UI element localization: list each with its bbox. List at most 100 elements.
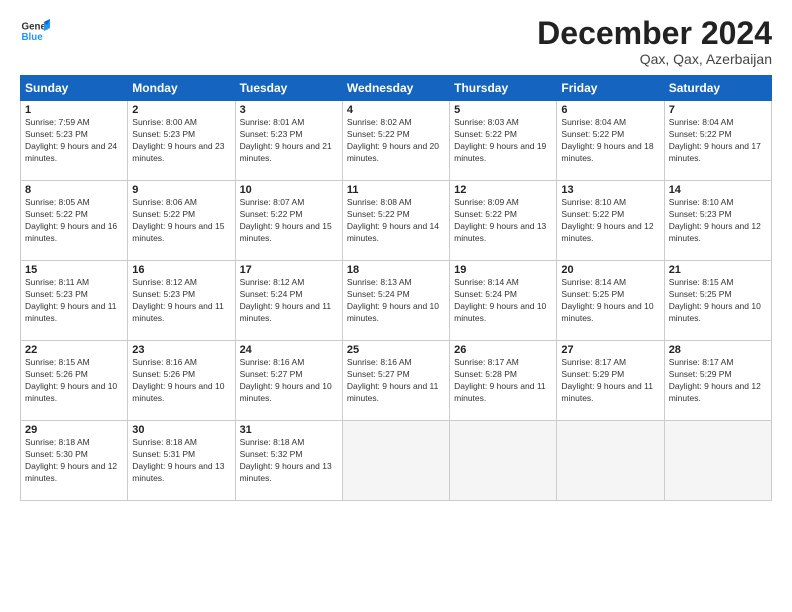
svg-text:Blue: Blue	[22, 32, 44, 43]
day-info: Sunrise: 7:59 AMSunset: 5:23 PMDaylight:…	[25, 117, 123, 165]
day-info: Sunrise: 8:07 AMSunset: 5:22 PMDaylight:…	[240, 197, 338, 245]
calendar-cell: 28 Sunrise: 8:17 AMSunset: 5:29 PMDaylig…	[664, 341, 771, 421]
day-number: 15	[25, 264, 123, 276]
day-number: 19	[454, 264, 552, 276]
day-info: Sunrise: 8:18 AMSunset: 5:30 PMDaylight:…	[25, 437, 123, 485]
calendar-cell: 2 Sunrise: 8:00 AMSunset: 5:23 PMDayligh…	[128, 101, 235, 181]
calendar-cell: 6 Sunrise: 8:04 AMSunset: 5:22 PMDayligh…	[557, 101, 664, 181]
calendar-cell: 4 Sunrise: 8:02 AMSunset: 5:22 PMDayligh…	[342, 101, 449, 181]
calendar-cell: 9 Sunrise: 8:06 AMSunset: 5:22 PMDayligh…	[128, 181, 235, 261]
day-number: 23	[132, 344, 230, 356]
day-number: 14	[669, 184, 767, 196]
day-number: 25	[347, 344, 445, 356]
calendar-cell: 21 Sunrise: 8:15 AMSunset: 5:25 PMDaylig…	[664, 261, 771, 341]
day-info: Sunrise: 8:14 AMSunset: 5:24 PMDaylight:…	[454, 277, 552, 325]
month-title: December 2024	[537, 16, 772, 51]
day-info: Sunrise: 8:01 AMSunset: 5:23 PMDaylight:…	[240, 117, 338, 165]
day-number: 18	[347, 264, 445, 276]
calendar-cell: 22 Sunrise: 8:15 AMSunset: 5:26 PMDaylig…	[21, 341, 128, 421]
calendar-cell: 16 Sunrise: 8:12 AMSunset: 5:23 PMDaylig…	[128, 261, 235, 341]
day-info: Sunrise: 8:12 AMSunset: 5:23 PMDaylight:…	[132, 277, 230, 325]
day-info: Sunrise: 8:08 AMSunset: 5:22 PMDaylight:…	[347, 197, 445, 245]
day-number: 8	[25, 184, 123, 196]
title-block: December 2024 Qax, Qax, Azerbaijan	[537, 16, 772, 67]
day-info: Sunrise: 8:10 AMSunset: 5:23 PMDaylight:…	[669, 197, 767, 245]
day-info: Sunrise: 8:11 AMSunset: 5:23 PMDaylight:…	[25, 277, 123, 325]
calendar-cell	[557, 421, 664, 501]
day-info: Sunrise: 8:16 AMSunset: 5:27 PMDaylight:…	[347, 357, 445, 405]
day-info: Sunrise: 8:06 AMSunset: 5:22 PMDaylight:…	[132, 197, 230, 245]
day-number: 28	[669, 344, 767, 356]
calendar-cell: 3 Sunrise: 8:01 AMSunset: 5:23 PMDayligh…	[235, 101, 342, 181]
calendar-cell: 11 Sunrise: 8:08 AMSunset: 5:22 PMDaylig…	[342, 181, 449, 261]
calendar-cell: 15 Sunrise: 8:11 AMSunset: 5:23 PMDaylig…	[21, 261, 128, 341]
day-info: Sunrise: 8:04 AMSunset: 5:22 PMDaylight:…	[669, 117, 767, 165]
calendar-cell: 10 Sunrise: 8:07 AMSunset: 5:22 PMDaylig…	[235, 181, 342, 261]
calendar-cell	[450, 421, 557, 501]
day-info: Sunrise: 8:15 AMSunset: 5:26 PMDaylight:…	[25, 357, 123, 405]
calendar-table: SundayMondayTuesdayWednesdayThursdayFrid…	[20, 75, 772, 501]
calendar-cell	[342, 421, 449, 501]
day-number: 9	[132, 184, 230, 196]
calendar-cell: 1 Sunrise: 7:59 AMSunset: 5:23 PMDayligh…	[21, 101, 128, 181]
day-number: 7	[669, 104, 767, 116]
day-info: Sunrise: 8:17 AMSunset: 5:29 PMDaylight:…	[669, 357, 767, 405]
day-info: Sunrise: 8:09 AMSunset: 5:22 PMDaylight:…	[454, 197, 552, 245]
header: General Blue December 2024 Qax, Qax, Aze…	[20, 16, 772, 67]
day-header: Monday	[128, 76, 235, 101]
day-number: 11	[347, 184, 445, 196]
logo-icon: General Blue	[20, 16, 50, 46]
day-info: Sunrise: 8:16 AMSunset: 5:27 PMDaylight:…	[240, 357, 338, 405]
day-info: Sunrise: 8:10 AMSunset: 5:22 PMDaylight:…	[561, 197, 659, 245]
calendar-cell: 14 Sunrise: 8:10 AMSunset: 5:23 PMDaylig…	[664, 181, 771, 261]
day-number: 30	[132, 424, 230, 436]
day-header: Thursday	[450, 76, 557, 101]
day-number: 29	[25, 424, 123, 436]
day-number: 3	[240, 104, 338, 116]
day-number: 21	[669, 264, 767, 276]
calendar-cell: 7 Sunrise: 8:04 AMSunset: 5:22 PMDayligh…	[664, 101, 771, 181]
calendar-cell: 5 Sunrise: 8:03 AMSunset: 5:22 PMDayligh…	[450, 101, 557, 181]
day-info: Sunrise: 8:16 AMSunset: 5:26 PMDaylight:…	[132, 357, 230, 405]
location: Qax, Qax, Azerbaijan	[537, 51, 772, 67]
day-info: Sunrise: 8:17 AMSunset: 5:28 PMDaylight:…	[454, 357, 552, 405]
calendar-page: General Blue December 2024 Qax, Qax, Aze…	[0, 0, 792, 612]
day-header: Sunday	[21, 76, 128, 101]
day-number: 24	[240, 344, 338, 356]
day-number: 4	[347, 104, 445, 116]
calendar-cell: 18 Sunrise: 8:13 AMSunset: 5:24 PMDaylig…	[342, 261, 449, 341]
calendar-cell: 17 Sunrise: 8:12 AMSunset: 5:24 PMDaylig…	[235, 261, 342, 341]
day-number: 22	[25, 344, 123, 356]
day-info: Sunrise: 8:12 AMSunset: 5:24 PMDaylight:…	[240, 277, 338, 325]
day-number: 1	[25, 104, 123, 116]
day-number: 6	[561, 104, 659, 116]
day-info: Sunrise: 8:04 AMSunset: 5:22 PMDaylight:…	[561, 117, 659, 165]
calendar-cell: 13 Sunrise: 8:10 AMSunset: 5:22 PMDaylig…	[557, 181, 664, 261]
day-number: 26	[454, 344, 552, 356]
day-header: Friday	[557, 76, 664, 101]
calendar-cell: 8 Sunrise: 8:05 AMSunset: 5:22 PMDayligh…	[21, 181, 128, 261]
day-number: 20	[561, 264, 659, 276]
calendar-cell: 31 Sunrise: 8:18 AMSunset: 5:32 PMDaylig…	[235, 421, 342, 501]
day-info: Sunrise: 8:13 AMSunset: 5:24 PMDaylight:…	[347, 277, 445, 325]
day-info: Sunrise: 8:15 AMSunset: 5:25 PMDaylight:…	[669, 277, 767, 325]
day-number: 12	[454, 184, 552, 196]
day-info: Sunrise: 8:14 AMSunset: 5:25 PMDaylight:…	[561, 277, 659, 325]
day-info: Sunrise: 8:17 AMSunset: 5:29 PMDaylight:…	[561, 357, 659, 405]
calendar-cell: 29 Sunrise: 8:18 AMSunset: 5:30 PMDaylig…	[21, 421, 128, 501]
calendar-cell: 12 Sunrise: 8:09 AMSunset: 5:22 PMDaylig…	[450, 181, 557, 261]
day-number: 10	[240, 184, 338, 196]
day-number: 27	[561, 344, 659, 356]
day-number: 17	[240, 264, 338, 276]
calendar-cell: 23 Sunrise: 8:16 AMSunset: 5:26 PMDaylig…	[128, 341, 235, 421]
calendar-cell: 27 Sunrise: 8:17 AMSunset: 5:29 PMDaylig…	[557, 341, 664, 421]
day-info: Sunrise: 8:02 AMSunset: 5:22 PMDaylight:…	[347, 117, 445, 165]
day-number: 5	[454, 104, 552, 116]
day-info: Sunrise: 8:18 AMSunset: 5:31 PMDaylight:…	[132, 437, 230, 485]
logo: General Blue	[20, 16, 50, 46]
day-number: 2	[132, 104, 230, 116]
day-header: Tuesday	[235, 76, 342, 101]
calendar-cell: 24 Sunrise: 8:16 AMSunset: 5:27 PMDaylig…	[235, 341, 342, 421]
day-info: Sunrise: 8:05 AMSunset: 5:22 PMDaylight:…	[25, 197, 123, 245]
calendar-cell: 25 Sunrise: 8:16 AMSunset: 5:27 PMDaylig…	[342, 341, 449, 421]
